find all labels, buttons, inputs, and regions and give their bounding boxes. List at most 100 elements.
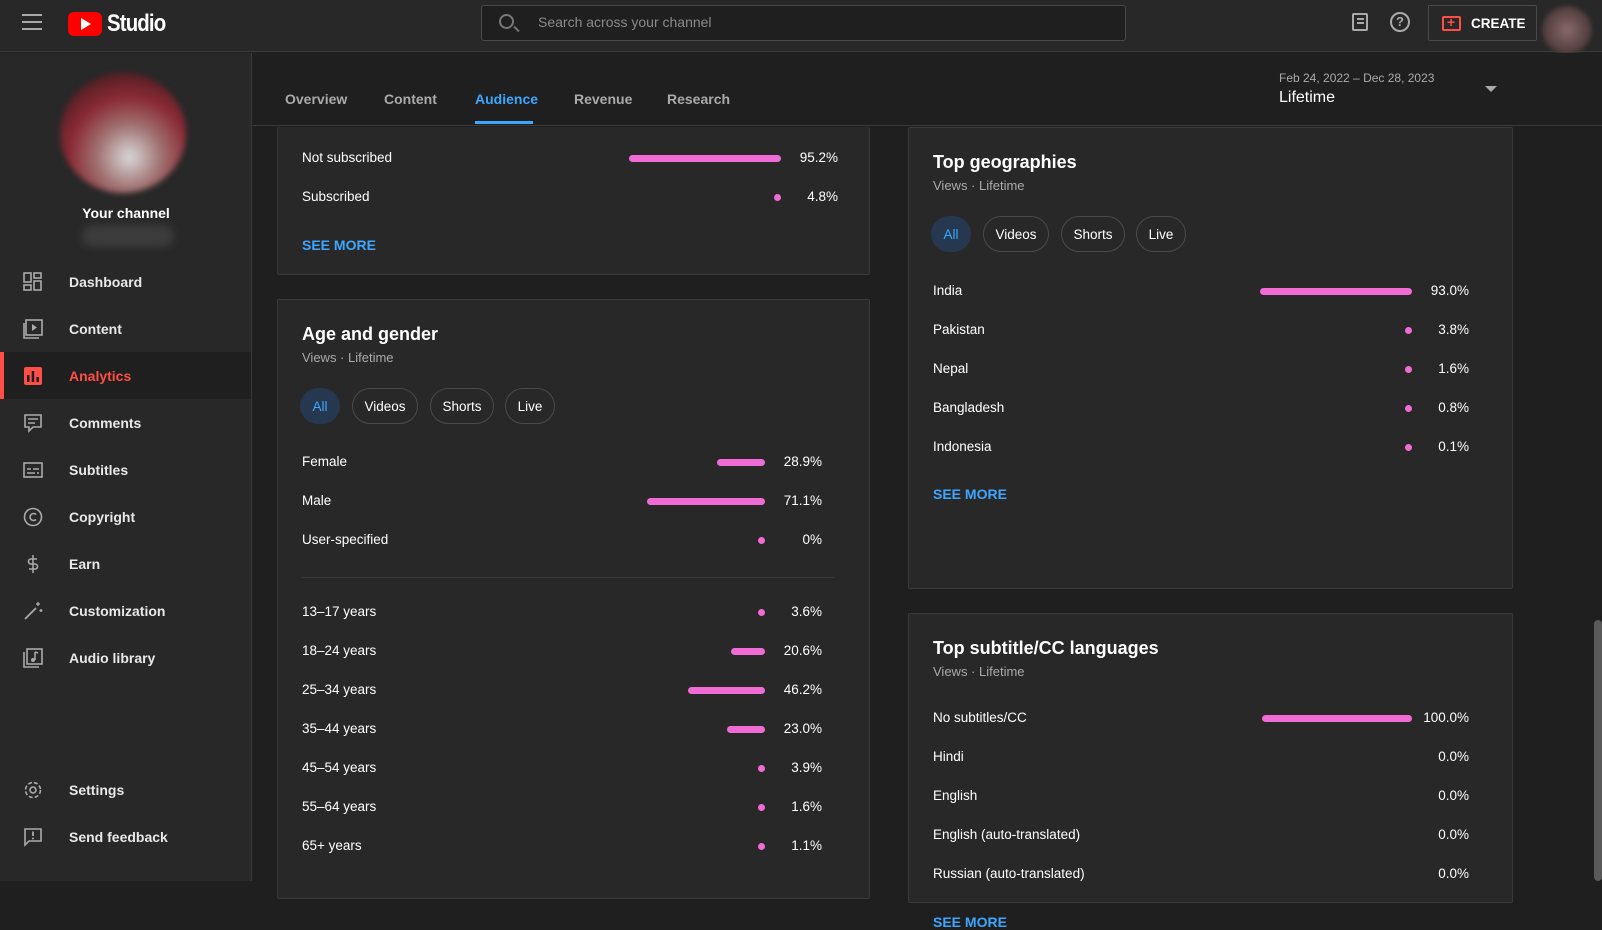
tab-content[interactable]: Content: [384, 91, 437, 107]
row-label: Not subscribed: [302, 150, 393, 165]
sidebar-item-copyright[interactable]: Copyright: [0, 493, 251, 540]
row-percentage: 20.6%: [783, 643, 822, 658]
sidebar-item-subtitles[interactable]: Subtitles: [0, 446, 251, 493]
sidebar-item-settings[interactable]: Settings: [0, 766, 251, 813]
sidebar-item-earn[interactable]: Earn: [0, 540, 251, 587]
messages-icon[interactable]: [1352, 13, 1368, 31]
row-label: No subtitles/CC: [933, 710, 1027, 725]
metric-row: 25–34 years 46.2%: [302, 682, 822, 700]
row-percentage: 1.1%: [791, 838, 822, 853]
value-dot: [1405, 405, 1412, 412]
chip-shorts[interactable]: Shorts: [430, 388, 494, 424]
chip-videos[interactable]: Videos: [983, 216, 1049, 252]
row-percentage: 0.8%: [1438, 400, 1469, 415]
metric-row: No subtitles/CC 100.0%: [933, 710, 1469, 728]
value-dot: [1405, 366, 1412, 373]
sidebar-item-label: Comments: [69, 414, 142, 431]
row-percentage: 23.0%: [783, 721, 822, 736]
divider: [302, 577, 834, 578]
value-dot: [758, 609, 765, 616]
metric-row: English (auto-translated) 0.0%: [933, 827, 1469, 845]
row-percentage: 3.8%: [1438, 322, 1469, 337]
tab-research[interactable]: Research: [667, 91, 730, 107]
sidebar-item-label: Settings: [69, 781, 125, 798]
row-label: Subscribed: [302, 189, 370, 204]
help-icon[interactable]: ?: [1390, 12, 1410, 32]
sidebar-item-dashboard[interactable]: Dashboard: [0, 258, 251, 305]
card-subtitle: Views · Lifetime: [302, 350, 394, 365]
row-label: Hindi: [933, 749, 964, 764]
sidebar-item-audio-library[interactable]: Audio library: [0, 634, 251, 681]
row-label: 65+ years: [302, 838, 362, 853]
see-more-link[interactable]: SEE MORE: [302, 237, 376, 253]
top-bar: Studio ? CREATE: [0, 0, 1602, 54]
dashboard-icon: [23, 271, 43, 292]
see-more-link[interactable]: SEE MORE: [933, 486, 1007, 502]
tab-revenue[interactable]: Revenue: [574, 91, 632, 107]
row-label: Nepal: [933, 361, 969, 376]
row-label: Pakistan: [933, 322, 985, 337]
metric-row: Russian (auto-translated) 0.0%: [933, 866, 1469, 884]
row-percentage: 3.9%: [791, 760, 822, 775]
row-label: Russian (auto-translated): [933, 866, 1085, 881]
see-more-link[interactable]: SEE MORE: [933, 914, 1007, 930]
chip-shorts[interactable]: Shorts: [1061, 216, 1125, 252]
chip-all[interactable]: All: [300, 388, 340, 424]
feedback-icon: [23, 827, 43, 847]
tab-overview[interactable]: Overview: [285, 91, 347, 107]
card-subtitle: Views · Lifetime: [933, 664, 1025, 679]
row-percentage: 0.0%: [1438, 788, 1469, 803]
row-label: Bangladesh: [933, 400, 1005, 415]
row-label: Indonesia: [933, 439, 992, 454]
menu-icon[interactable]: [22, 14, 42, 30]
row-percentage: 0.1%: [1438, 439, 1469, 454]
metric-row: Nepal 1.6%: [933, 361, 1469, 379]
sidebar-item-comments[interactable]: Comments: [0, 399, 251, 446]
value-bar: [731, 648, 765, 655]
chip-all[interactable]: All: [931, 216, 971, 252]
metric-row: India 93.0%: [933, 283, 1469, 301]
chip-videos[interactable]: Videos: [352, 388, 418, 424]
chip-live[interactable]: Live: [1136, 216, 1186, 252]
page-scrollbar[interactable]: [1594, 620, 1602, 881]
row-label: 45–54 years: [302, 760, 377, 775]
metric-row: 65+ years 1.1%: [302, 838, 822, 856]
search-box[interactable]: [481, 5, 1126, 41]
row-percentage: 71.1%: [783, 493, 822, 508]
card-subtitle: Views · Lifetime: [933, 178, 1025, 193]
create-button[interactable]: CREATE: [1428, 5, 1537, 41]
row-percentage: 3.6%: [791, 604, 822, 619]
sidebar-item-content[interactable]: Content: [0, 305, 251, 352]
subscription-status-card: Not subscribed 95.2% Subscribed 4.8% SEE MO…: [277, 127, 870, 275]
create-video-icon: [1442, 14, 1461, 31]
row-percentage: 93.0%: [1430, 283, 1469, 298]
value-dot: [774, 194, 781, 201]
metric-row: Female 28.9%: [302, 454, 822, 472]
channel-avatar[interactable]: [60, 73, 186, 193]
row-percentage: 100.0%: [1423, 710, 1469, 725]
account-avatar[interactable]: [1542, 6, 1592, 54]
date-label: Lifetime: [1279, 89, 1336, 106]
dropdown-arrow-icon: [1485, 86, 1497, 92]
sidebar-item-send-feedback[interactable]: Send feedback: [0, 813, 251, 860]
value-dot: [758, 843, 765, 850]
card-title: Age and gender: [302, 324, 439, 344]
metric-row: Subscribed 4.8%: [302, 189, 838, 207]
row-percentage: 28.9%: [783, 454, 822, 469]
tab-audience[interactable]: Audience: [475, 91, 538, 107]
customization-icon: [23, 601, 43, 621]
sidebar-item-analytics[interactable]: Analytics: [0, 352, 251, 399]
chip-live[interactable]: Live: [505, 388, 555, 424]
studio-logo[interactable]: Studio: [68, 10, 176, 38]
row-percentage: 46.2%: [783, 682, 822, 697]
main-content: Overview Content Audience Revenue Resear…: [253, 53, 1602, 930]
metric-row: 45–54 years 3.9%: [302, 760, 822, 778]
row-percentage: 1.6%: [1438, 361, 1469, 376]
sidebar-item-customization[interactable]: Customization: [0, 587, 251, 634]
search-input[interactable]: [538, 14, 1098, 30]
metric-row: Male 71.1%: [302, 493, 822, 511]
search-icon: [499, 14, 514, 29]
sidebar-item-label: Audio library: [69, 649, 156, 666]
value-dot: [1405, 444, 1412, 451]
metric-row: 18–24 years 20.6%: [302, 643, 822, 661]
